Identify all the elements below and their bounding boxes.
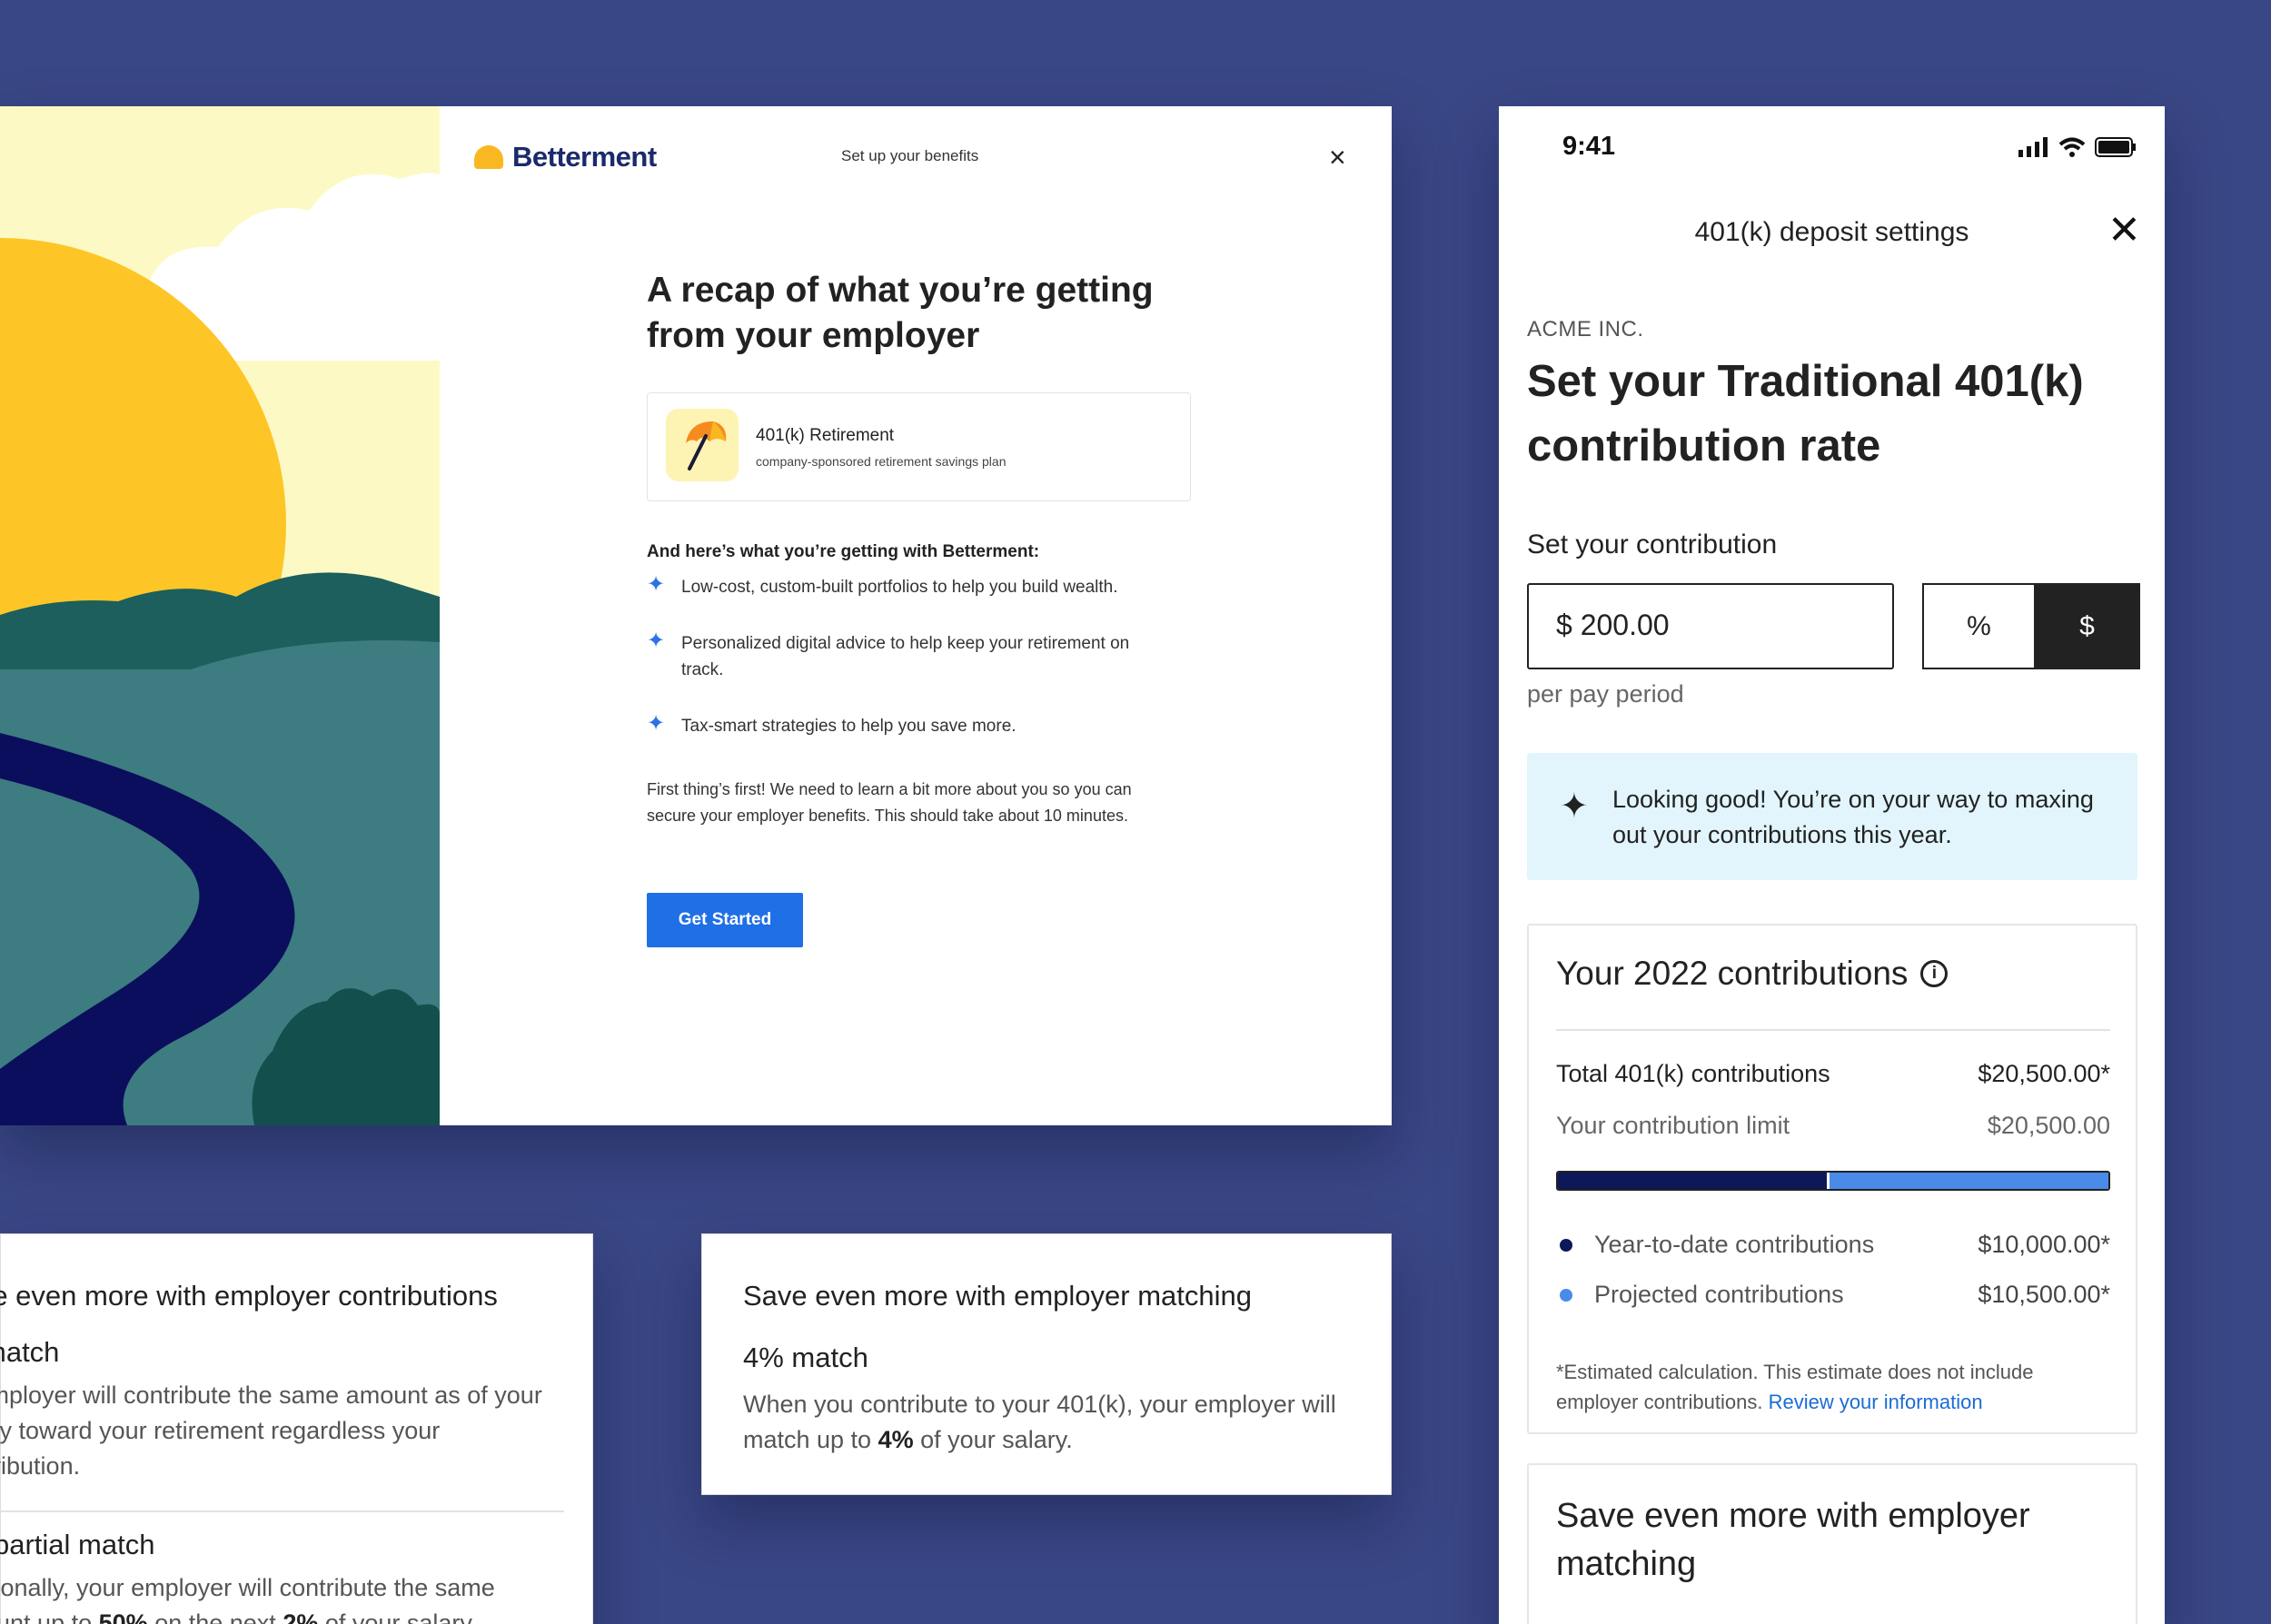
- desc-bold: 4%: [878, 1426, 914, 1453]
- employer-matching-card: Save even more with employer matching: [1527, 1463, 2137, 1624]
- signal-icon: [2018, 137, 2048, 157]
- limit-label: Your contribution limit: [1556, 1112, 1790, 1139]
- status-icons: [2018, 137, 2137, 157]
- page-title: A recap of what you’re getting from your…: [647, 271, 1154, 355]
- match-description: When you contribute to your 401(k), your…: [743, 1387, 1343, 1458]
- progress-ytd-segment: [1558, 1173, 1827, 1189]
- legend-label: Year-to-date contributions: [1594, 1231, 1875, 1258]
- benefit-item: ✦ Personalized digital advice to help ke…: [647, 630, 1174, 683]
- benefit-text: Personalized digital advice to help keep…: [681, 634, 1130, 679]
- percent-toggle-button[interactable]: %: [1922, 583, 2036, 669]
- benefits-heading: And here’s what you’re getting with Bett…: [647, 542, 1040, 561]
- intro-text: First thing’s first! We need to learn a …: [647, 780, 1132, 825]
- plan-name: 401(k) Retirement: [756, 426, 895, 445]
- header-title: Set up your benefits: [841, 147, 979, 164]
- total-value: $20,500.00*: [1978, 1060, 2110, 1087]
- wifi-icon: [2058, 137, 2086, 157]
- pdesc-text: ount up to: [0, 1609, 93, 1624]
- pdesc-line: itionally, your employer will contribute…: [0, 1574, 495, 1601]
- benefit-text: Tax-smart strategies to help you save mo…: [681, 717, 1016, 736]
- dollar-toggle-button[interactable]: $: [2034, 583, 2140, 669]
- legend-value: $10,500.00*: [1978, 1281, 2110, 1308]
- match-heading: 4% match: [743, 1342, 868, 1373]
- brand-name: Betterment: [512, 141, 657, 173]
- divider: [1, 1510, 564, 1512]
- employer-matching-card: Save even more with employer matching 4%…: [701, 1233, 1392, 1495]
- summary-title: Your 2022 contributions i: [1556, 955, 1949, 993]
- close-icon[interactable]: ✕: [2107, 211, 2141, 251]
- contributions-summary-card: Your 2022 contributions i Total 401(k) c…: [1527, 924, 2137, 1434]
- sparkle-icon: ✦: [1560, 787, 1589, 826]
- card-title: re even more with employer contributions: [0, 1280, 498, 1312]
- benefits-modal: Betterment Set up your benefits × A reca…: [0, 106, 1392, 1125]
- partial-match-heading: partial match: [0, 1529, 155, 1560]
- benefit-text: Low-cost, custom-built portfolios to hel…: [681, 578, 1118, 597]
- plan-description: company-sponsored retirement savings pla…: [756, 454, 1007, 469]
- phone-screen: 9:41 401(k) deposit settings ✕ ACME INC.…: [1499, 106, 2165, 1624]
- screen-title: 401(k) deposit settings: [1694, 217, 1969, 247]
- legend-dot-icon: [1560, 1288, 1572, 1302]
- per-pay-period-label: per pay period: [1527, 680, 1684, 708]
- footnote: *Estimated calculation. This estimate do…: [1556, 1357, 2110, 1417]
- card-title: Save even more with employer matching: [1556, 1497, 2030, 1583]
- contribution-amount-input[interactable]: $ 200.00: [1527, 583, 1894, 669]
- pdesc-text: of your salary: [324, 1609, 472, 1624]
- legend-value: $10,000.00*: [1978, 1231, 2110, 1258]
- total-label: Total 401(k) contributions: [1556, 1060, 1830, 1087]
- legend-projected: Projected contributions $10,500.00*: [1556, 1281, 2110, 1309]
- progress-projected-segment: [1826, 1173, 2108, 1189]
- card-title: Save even more with employer matching: [743, 1280, 1252, 1312]
- umbrella-icon: [666, 409, 739, 481]
- sparkle-icon: ✦: [647, 711, 666, 736]
- benefit-item: ✦ Tax-smart strategies to help you save …: [647, 713, 1174, 739]
- desc-text: of your salary.: [920, 1426, 1073, 1453]
- company-name: ACME INC.: [1527, 317, 1644, 342]
- battery-icon: [2095, 137, 2136, 157]
- status-time: 9:41: [1562, 132, 1616, 161]
- betterment-logo[interactable]: Betterment: [474, 141, 657, 173]
- contribution-progress-bar: [1556, 1171, 2110, 1191]
- sparkle-icon: ✦: [647, 572, 666, 597]
- contribution-label: Set your contribution: [1527, 530, 1778, 559]
- legend-dot-icon: [1560, 1238, 1572, 1252]
- match-description: ur employer will contribute the same amo…: [0, 1381, 542, 1480]
- partial-match-description: itionally, your employer will contribute…: [0, 1570, 564, 1624]
- get-started-button[interactable]: Get Started: [647, 893, 803, 947]
- employer-contributions-card: re even more with employer contributions…: [0, 1233, 593, 1624]
- sparkle-icon: ✦: [647, 629, 666, 653]
- summary-title-text: Your 2022 contributions: [1556, 955, 1909, 992]
- total-row: Total 401(k) contributions $20,500.00*: [1556, 1060, 2110, 1088]
- tip-banner: ✦ Looking good! You’re on your way to ma…: [1527, 753, 2137, 880]
- legend-label: Projected contributions: [1594, 1281, 1844, 1308]
- divider: [1556, 1029, 2110, 1031]
- match-heading: match: [0, 1336, 60, 1368]
- pdesc-bold: 2%: [283, 1609, 319, 1624]
- limit-value: $20,500.00: [1987, 1112, 2110, 1139]
- legend-ytd: Year-to-date contributions $10,000.00*: [1556, 1231, 2110, 1259]
- limit-row: Your contribution limit $20,500.00: [1556, 1112, 2110, 1140]
- info-icon[interactable]: i: [1920, 960, 1949, 987]
- benefit-item: ✦ Low-cost, custom-built portfolios to h…: [647, 574, 1174, 600]
- close-icon[interactable]: ×: [1329, 143, 1346, 172]
- tip-text: Looking good! You’re on your way to maxi…: [1612, 786, 2094, 848]
- page-title: Set your Traditional 401(k) contribution…: [1527, 357, 2084, 470]
- review-information-link[interactable]: Review your information: [1769, 1391, 1983, 1413]
- landscape-illustration: [0, 106, 440, 1125]
- plan-card: 401(k) Retirement company-sponsored reti…: [647, 392, 1191, 501]
- pdesc-text: on the next: [154, 1609, 276, 1624]
- logo-mark-icon: [474, 145, 503, 169]
- pdesc-bold: 50%: [98, 1609, 148, 1624]
